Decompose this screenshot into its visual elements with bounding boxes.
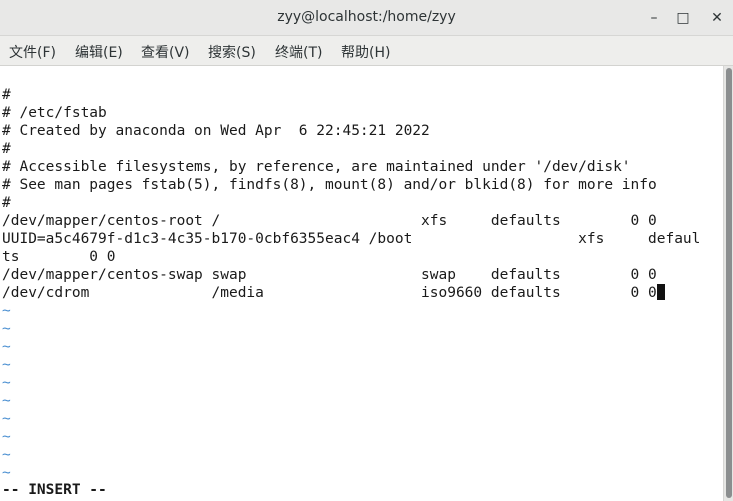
vim-mode-indicator: -- INSERT --	[2, 482, 107, 498]
menu-edit[interactable]: 编辑(E)	[75, 42, 123, 62]
terminal-line: #	[2, 195, 11, 211]
terminal-window: zyy@localhost:/home/zyy – □ ✕ 文件(F) 编辑(E…	[0, 0, 733, 501]
terminal-line: UUID=a5c4679f-d1c3-4c35-b170-0cbf6355eac…	[2, 231, 701, 247]
menu-bar: 文件(F) 编辑(E) 查看(V) 搜索(S) 终端(T) 帮助(H)	[0, 36, 733, 66]
menu-file[interactable]: 文件(F)	[9, 42, 56, 62]
close-icon: ✕	[711, 10, 723, 26]
empty-line-marker: ~	[2, 321, 11, 337]
terminal-line: # Accessible filesystems, by reference, …	[2, 159, 631, 175]
text-cursor	[656, 284, 665, 300]
maximize-button[interactable]: □	[670, 6, 696, 30]
menu-view[interactable]: 查看(V)	[141, 42, 190, 62]
empty-line-marker: ~	[2, 357, 11, 373]
terminal-line: #	[2, 87, 11, 103]
empty-line-marker: ~	[2, 375, 11, 391]
terminal-line-current: /dev/cdrom /media iso9660 defaults 0 0	[2, 284, 665, 302]
maximize-icon: □	[676, 10, 690, 26]
empty-line-marker: ~	[2, 303, 11, 319]
terminal-line: # See man pages fstab(5), findfs(8), mou…	[2, 177, 657, 193]
empty-line-marker: ~	[2, 411, 11, 427]
title-bar[interactable]: zyy@localhost:/home/zyy – □ ✕	[0, 0, 733, 36]
menu-help[interactable]: 帮助(H)	[341, 42, 390, 62]
empty-line-marker: ~	[2, 465, 11, 481]
terminal-line: ts 0 0	[2, 249, 116, 265]
minimize-button[interactable]: –	[641, 6, 667, 30]
terminal-line: #	[2, 141, 11, 157]
terminal-line-text: /dev/cdrom /media iso9660 defaults 0 0	[2, 285, 657, 301]
empty-line-marker: ~	[2, 447, 11, 463]
menu-terminal[interactable]: 终端(T)	[275, 42, 322, 62]
scrollbar-thumb[interactable]	[726, 68, 732, 498]
empty-line-marker: ~	[2, 393, 11, 409]
menu-search[interactable]: 搜索(S)	[208, 42, 256, 62]
terminal-content[interactable]: # # /etc/fstab # Created by anaconda on …	[0, 66, 723, 501]
terminal-line: /dev/mapper/centos-swap swap swap defaul…	[2, 267, 657, 283]
terminal-line: # Created by anaconda on Wed Apr 6 22:45…	[2, 123, 430, 139]
terminal-line: # /etc/fstab	[2, 105, 107, 121]
vertical-scrollbar[interactable]	[723, 66, 733, 501]
window-title: zyy@localhost:/home/zyy	[277, 9, 456, 25]
terminal-line: /dev/mapper/centos-root / xfs defaults 0…	[2, 213, 657, 229]
close-button[interactable]: ✕	[704, 6, 730, 30]
minimize-icon: –	[650, 10, 658, 26]
empty-line-marker: ~	[2, 429, 11, 445]
empty-line-marker: ~	[2, 339, 11, 355]
